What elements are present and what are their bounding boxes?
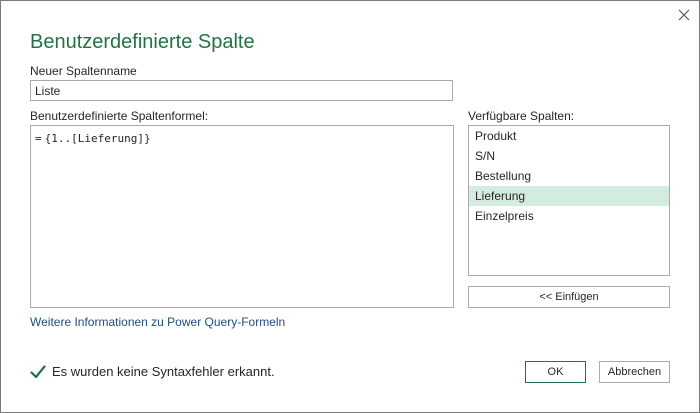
- close-icon: [678, 9, 690, 21]
- column-item-lieferung[interactable]: Lieferung: [469, 186, 669, 206]
- formula-value: {1..[Lieferung]}: [44, 132, 151, 145]
- formula-label: Benutzerdefinierte Spaltenformel:: [30, 109, 209, 123]
- power-query-help-link[interactable]: Weitere Informationen zu Power Query-For…: [30, 315, 285, 329]
- column-name-input[interactable]: [30, 80, 453, 101]
- checkmark-icon: [30, 364, 46, 378]
- column-name-label: Neuer Spaltenname: [30, 64, 137, 78]
- column-item-produkt[interactable]: Produkt: [469, 126, 669, 146]
- formula-line: = {1..[Lieferung]}: [35, 132, 151, 145]
- close-button[interactable]: [673, 4, 695, 26]
- syntax-status: Es wurden keine Syntaxfehler erkannt.: [30, 364, 275, 379]
- formula-prefix: =: [35, 132, 42, 145]
- insert-button[interactable]: << Einfügen: [468, 286, 670, 308]
- cancel-button[interactable]: Abbrechen: [599, 361, 670, 383]
- column-item-einzelpreis[interactable]: Einzelpreis: [469, 206, 669, 226]
- column-item-sn[interactable]: S/N: [469, 146, 669, 166]
- available-columns-list[interactable]: Produkt S/N Bestellung Lieferung Einzelp…: [468, 125, 670, 276]
- column-item-bestellung[interactable]: Bestellung: [469, 166, 669, 186]
- dialog-title: Benutzerdefinierte Spalte: [30, 31, 255, 53]
- custom-column-dialog: Benutzerdefinierte Spalte Neuer Spaltenn…: [0, 0, 700, 413]
- status-text: Es wurden keine Syntaxfehler erkannt.: [52, 364, 275, 379]
- formula-editor[interactable]: = {1..[Lieferung]}: [30, 125, 454, 308]
- available-columns-label: Verfügbare Spalten:: [468, 109, 575, 123]
- ok-button[interactable]: OK: [525, 361, 586, 383]
